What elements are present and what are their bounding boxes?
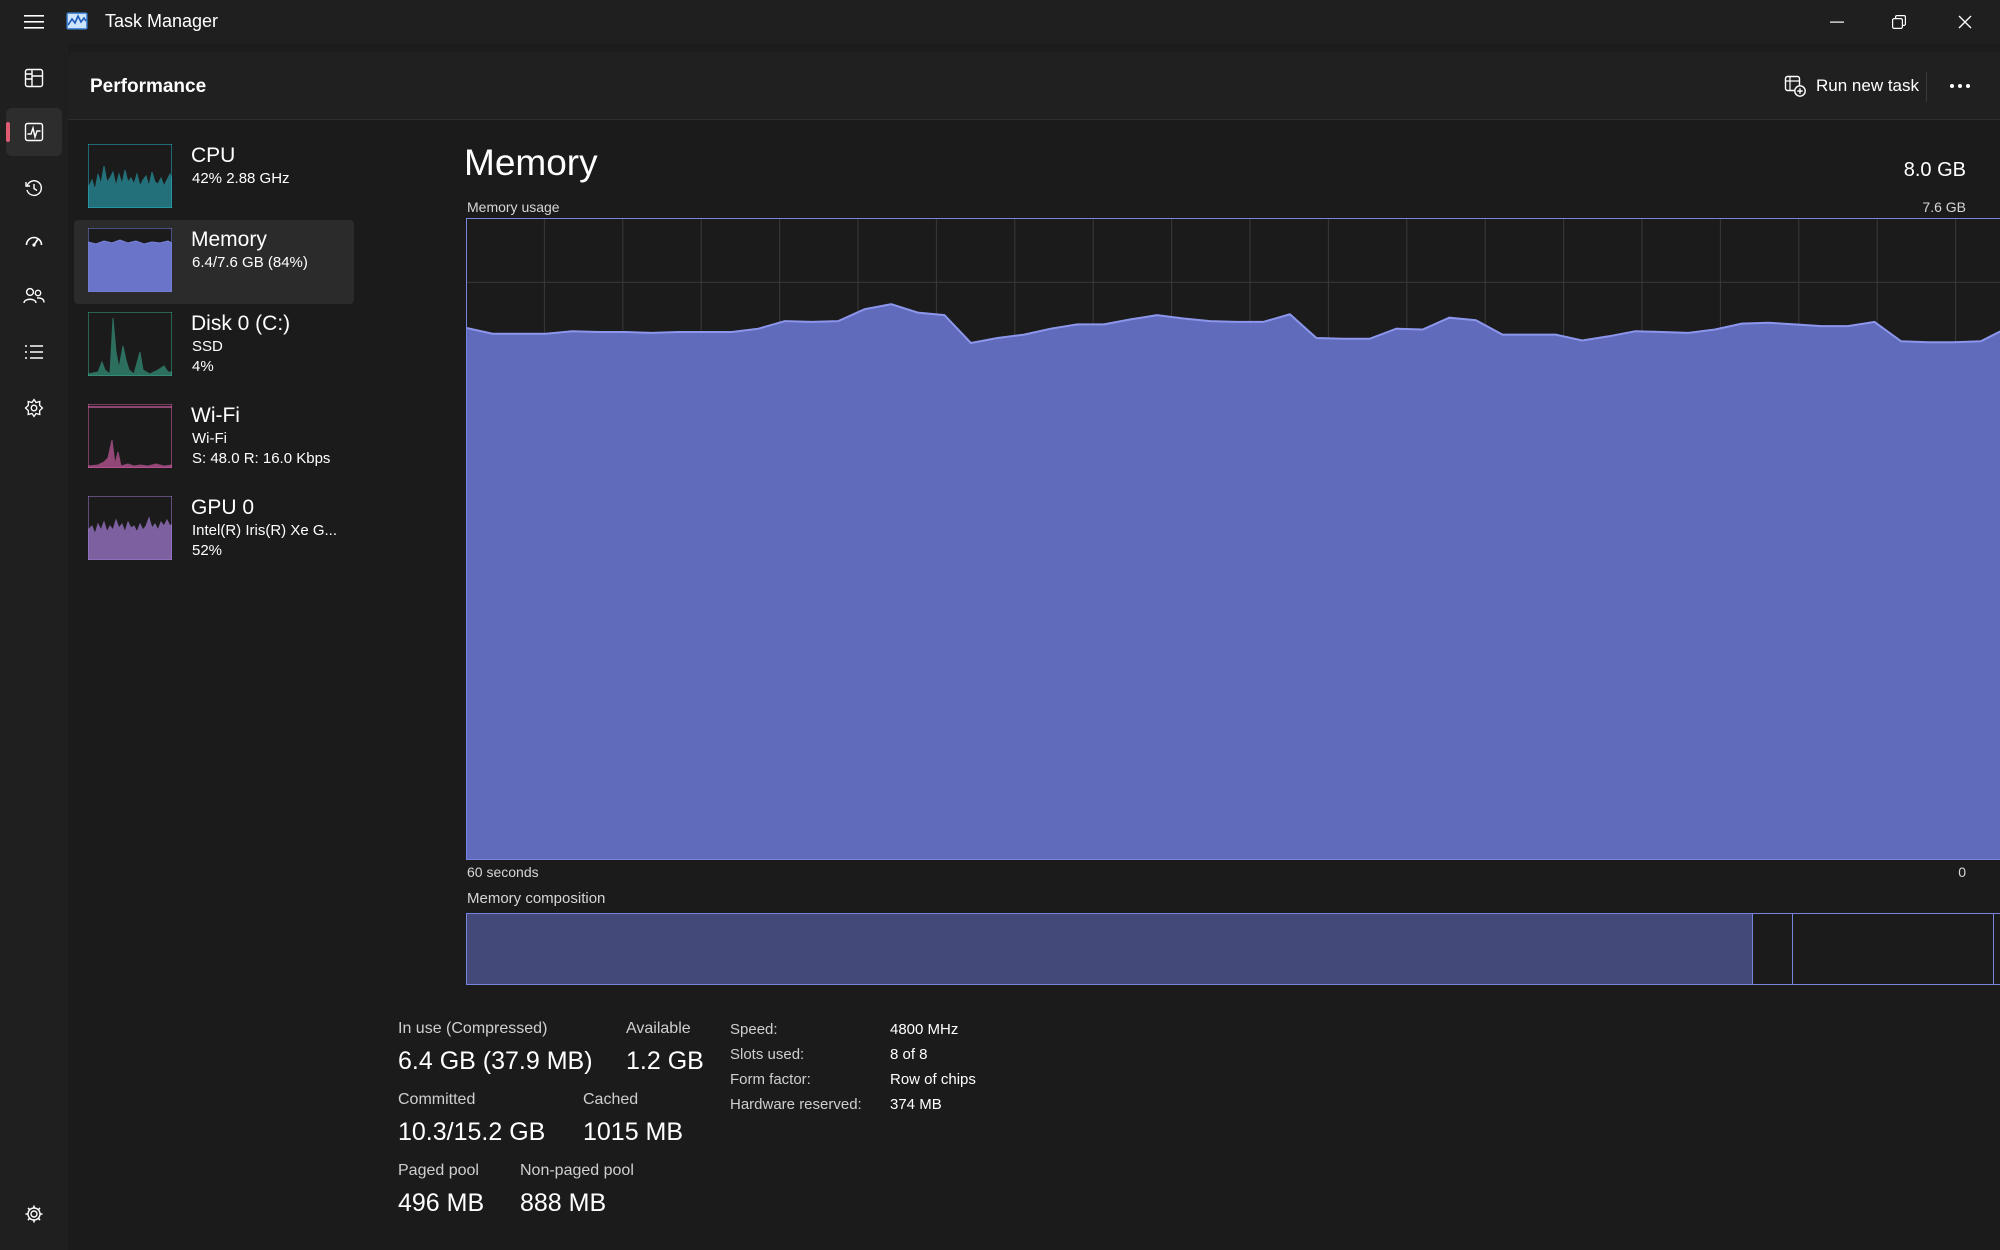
composition-modified-segment	[1751, 914, 1793, 984]
performance-icon	[24, 122, 44, 142]
slots-used-value: 8 of 8	[890, 1046, 928, 1063]
device-item-disk[interactable]: Disk 0 (C:) SSD 4%	[74, 304, 354, 388]
memory-usage-label: Memory usage	[467, 199, 560, 215]
form-factor-value: Row of chips	[890, 1071, 976, 1088]
available-value: 1.2 GB	[626, 1047, 704, 1075]
composition-standby-segment	[1792, 914, 1993, 984]
task-manager-logo-icon	[66, 12, 88, 30]
device-name: Disk 0 (C:)	[191, 312, 291, 335]
details-icon	[25, 345, 43, 359]
committed-value: 10.3/15.2 GB	[398, 1118, 546, 1146]
hamburger-icon	[24, 15, 44, 29]
device-name: Wi-Fi	[191, 404, 240, 427]
run-new-task-button[interactable]: Run new task	[1774, 66, 1929, 106]
processes-icon	[24, 68, 44, 88]
device-item-memory[interactable]: Memory 6.4/7.6 GB (84%)	[74, 220, 354, 304]
main-panel: Performance Run new task CPU 42% 2.88 GH…	[68, 52, 2000, 1250]
nav-users[interactable]	[6, 272, 62, 320]
paged-pool-label: Paged pool	[398, 1162, 479, 1179]
memory-total: 8.0 GB	[1903, 159, 1966, 181]
memory-usage-chart	[466, 218, 2000, 860]
close-button[interactable]	[1934, 0, 1996, 44]
hardware-reserved-value: 374 MB	[890, 1096, 942, 1113]
nav-performance[interactable]	[6, 108, 62, 156]
paged-pool-value: 496 MB	[398, 1189, 485, 1217]
detail-title: Memory	[464, 142, 598, 183]
gear-icon	[25, 1205, 43, 1223]
device-detail: Wi-Fi	[192, 430, 227, 447]
restore-button[interactable]	[1868, 0, 1930, 44]
form-factor-key: Form factor:	[730, 1071, 811, 1088]
device-item-wifi[interactable]: Wi-Fi Wi-Fi S: 48.0 R: 16.0 Kbps	[74, 396, 354, 480]
device-name: GPU 0	[191, 496, 255, 519]
hardware-reserved-key: Hardware reserved:	[730, 1096, 862, 1113]
hamburger-menu-button[interactable]	[14, 8, 54, 36]
speed-key: Speed:	[730, 1021, 778, 1038]
device-detail: 42% 2.88 GHz	[192, 170, 290, 187]
run-new-task-label: Run new task	[1816, 76, 1919, 95]
cpu-thumbnail-graph	[88, 144, 172, 208]
title-bar: Task Manager	[0, 0, 2000, 44]
device-detail: SSD	[192, 338, 223, 355]
run-task-icon	[1784, 75, 1806, 97]
more-icon	[1950, 84, 1970, 88]
device-detail: Intel(R) Iris(R) Xe G...	[192, 522, 338, 539]
device-detail: 4%	[192, 358, 214, 375]
nav-details[interactable]	[6, 328, 62, 376]
device-name: Memory	[191, 228, 267, 251]
device-detail: S: 48.0 R: 16.0 Kbps	[192, 450, 331, 467]
nav-processes[interactable]	[6, 54, 62, 102]
memory-thumbnail-graph	[88, 228, 172, 292]
memory-usage-max: 7.6 GB	[1922, 199, 1966, 215]
nonpaged-pool-value: 888 MB	[520, 1189, 607, 1217]
in-use-label: In use (Compressed)	[398, 1020, 548, 1037]
nav-app-history[interactable]	[6, 164, 62, 212]
more-options-button[interactable]	[1938, 66, 1982, 106]
speed-value: 4800 MHz	[890, 1021, 959, 1038]
available-label: Available	[626, 1020, 691, 1037]
composition-in-use-segment	[467, 914, 1752, 984]
restore-icon	[1892, 15, 1906, 29]
in-use-value: 6.4 GB (37.9 MB)	[398, 1047, 593, 1075]
device-detail: 6.4/7.6 GB (84%)	[192, 254, 308, 271]
nav-services[interactable]	[6, 384, 62, 432]
cached-value: 1015 MB	[583, 1118, 684, 1146]
device-name: CPU	[191, 144, 236, 167]
memory-composition-label: Memory composition	[467, 890, 606, 907]
startup-icon	[25, 236, 43, 247]
minimize-button[interactable]	[1806, 0, 1868, 44]
device-item-cpu[interactable]: CPU 42% 2.88 GHz	[74, 136, 354, 220]
memory-composition-bar	[466, 913, 2000, 985]
services-icon	[24, 398, 44, 418]
close-icon	[1958, 15, 1972, 29]
disk-thumbnail-graph	[88, 312, 172, 376]
history-icon	[25, 180, 42, 197]
gpu-thumbnail-graph	[88, 496, 172, 560]
slots-used-key: Slots used:	[730, 1046, 805, 1063]
users-icon	[23, 287, 45, 304]
memory-usage-area	[466, 304, 2000, 860]
time-axis-end: 0	[1958, 864, 1966, 880]
app-title: Task Manager	[105, 11, 219, 31]
settings-button[interactable]	[6, 1192, 62, 1236]
time-axis-start: 60 seconds	[467, 864, 539, 880]
device-item-gpu[interactable]: GPU 0 Intel(R) Iris(R) Xe G... 52%	[74, 488, 354, 572]
composition-free-segment	[1992, 914, 2000, 984]
wifi-thumbnail-graph	[88, 404, 172, 468]
page-header: Performance Run new task	[68, 52, 2000, 120]
device-detail: 52%	[192, 542, 223, 559]
nav-startup-apps[interactable]	[6, 218, 62, 266]
nonpaged-pool-label: Non-paged pool	[520, 1162, 634, 1179]
chart-area-series	[466, 303, 2000, 860]
minimize-icon	[1830, 21, 1844, 23]
cached-label: Cached	[583, 1091, 639, 1108]
committed-label: Committed	[398, 1091, 476, 1108]
header-divider	[1926, 72, 1927, 102]
nav-rail	[0, 44, 68, 1250]
page-title: Performance	[90, 76, 207, 97]
